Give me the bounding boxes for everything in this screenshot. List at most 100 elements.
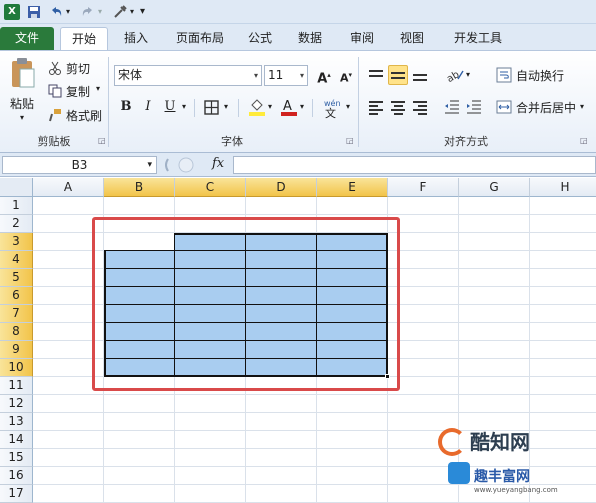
increase-indent-icon[interactable] (466, 99, 482, 115)
row-header-16[interactable]: 16 (0, 467, 33, 485)
svg-text:文: 文 (325, 106, 336, 119)
column-header-d[interactable]: D (246, 178, 317, 197)
tools-icon[interactable] (112, 4, 128, 20)
merge-center-button[interactable]: 合并后居中 (516, 99, 576, 116)
name-box-dropdown-icon[interactable]: ▾ (147, 157, 152, 173)
tab-review[interactable]: 审阅 (342, 27, 382, 50)
row-header-3[interactable]: 3 (0, 233, 33, 251)
redo-icon[interactable] (80, 4, 96, 20)
column-header-h[interactable]: H (530, 178, 596, 197)
insert-function-button[interactable]: fx (212, 156, 224, 171)
column-header-c[interactable]: C (175, 178, 246, 197)
row-header-5[interactable]: 5 (0, 269, 33, 287)
row-header-7[interactable]: 7 (0, 305, 33, 323)
customize-qat-icon[interactable]: ▾ (140, 4, 156, 20)
font-group-label: 字体 (221, 135, 243, 148)
column-header-e[interactable]: E (317, 178, 388, 197)
format-painter-button[interactable]: 格式刷 (66, 107, 102, 124)
watermark-brand: 酷知网 (470, 430, 530, 454)
align-left-button[interactable] (366, 97, 386, 117)
column-header-f[interactable]: F (388, 178, 459, 197)
decrease-font-icon[interactable]: A▾ (336, 65, 356, 85)
font-size-select[interactable]: 11 ▾ (264, 65, 308, 86)
bold-button[interactable]: B (116, 97, 136, 117)
excel-logo-icon: X (4, 4, 20, 20)
row-header-9[interactable]: 9 (0, 341, 33, 359)
merge-dropdown-icon[interactable]: ▾ (580, 102, 584, 111)
copy-button[interactable]: 复制 (66, 83, 90, 100)
column-header-b[interactable]: B (104, 178, 175, 197)
font-color-dropdown-icon[interactable]: ▾ (300, 102, 304, 111)
quick-access-toolbar: X ▾ ▾ ▾ ▾ (0, 0, 596, 24)
underline-button[interactable]: U (160, 97, 180, 117)
name-box[interactable]: B3 ▾ (2, 156, 157, 174)
copy-dropdown-icon[interactable]: ▾ (96, 84, 100, 93)
font-color-icon[interactable]: A (280, 97, 298, 117)
font-size-dropdown-icon: ▾ (299, 71, 304, 80)
row-header-1[interactable]: 1 (0, 197, 33, 215)
tab-developer[interactable]: 开发工具 (446, 27, 510, 50)
align-bottom-button[interactable] (410, 65, 430, 85)
cut-icon (49, 61, 61, 75)
phonetic-dropdown-icon[interactable]: ▾ (346, 102, 350, 111)
column-header-g[interactable]: G (459, 178, 530, 197)
decrease-indent-icon[interactable] (444, 99, 460, 115)
save-icon[interactable] (26, 4, 42, 20)
formula-input[interactable] (233, 156, 596, 174)
clipboard-launcher-icon[interactable]: ◲ (98, 136, 106, 145)
font-launcher-icon[interactable]: ◲ (346, 136, 354, 145)
row-header-17[interactable]: 17 (0, 485, 33, 503)
align-right-button[interactable] (410, 97, 430, 117)
orientation-icon[interactable]: ab (446, 67, 464, 83)
row-header-6[interactable]: 6 (0, 287, 33, 305)
font-name-select[interactable]: 宋体 ▾ (114, 65, 262, 86)
row-header-14[interactable]: 14 (0, 431, 33, 449)
wrap-text-icon (496, 67, 512, 83)
fill-color-icon[interactable] (248, 97, 266, 117)
gridline-v (529, 197, 530, 503)
highlight-box (92, 217, 400, 391)
alignment-launcher-icon[interactable]: ◲ (580, 136, 588, 145)
tab-formulas[interactable]: 公式 (240, 27, 280, 50)
tab-page-layout[interactable]: 页面布局 (166, 27, 234, 50)
row-header-4[interactable]: 4 (0, 251, 33, 269)
ribbon-tabs: 文件 开始 插入 页面布局 公式 数据 审阅 视图 开发工具 (0, 24, 596, 50)
paste-button[interactable]: 粘贴 (10, 95, 34, 112)
borders-icon[interactable] (204, 100, 219, 115)
formula-bar: B3 ▾ fx (0, 153, 596, 177)
row-header-10[interactable]: 10 (0, 359, 33, 377)
tab-home[interactable]: 开始 (60, 27, 108, 50)
cut-button[interactable]: 剪切 (66, 60, 90, 77)
row-header-15[interactable]: 15 (0, 449, 33, 467)
row-header-13[interactable]: 13 (0, 413, 33, 431)
tab-insert[interactable]: 插入 (114, 27, 158, 50)
tab-file[interactable]: 文件 (0, 27, 54, 50)
paste-icon[interactable] (10, 57, 36, 91)
borders-dropdown-icon[interactable]: ▾ (224, 102, 228, 111)
row-header-11[interactable]: 11 (0, 377, 33, 395)
undo-icon[interactable] (48, 4, 64, 20)
paste-dropdown-icon[interactable]: ▾ (20, 113, 24, 122)
gridline-h (33, 214, 596, 215)
italic-button[interactable]: I (138, 97, 158, 117)
fill-color-dropdown-icon[interactable]: ▾ (268, 102, 272, 111)
align-top-button[interactable] (366, 65, 386, 85)
spreadsheet-grid[interactable]: A B C D E F G H 1 2 3 4 5 6 7 8 9 10 11 12 13 14 15 16 17 酷知网 趣丰富网… (0, 178, 596, 503)
select-all-corner[interactable] (0, 178, 33, 197)
column-header-a[interactable]: A (33, 178, 104, 197)
tab-view[interactable]: 视图 (392, 27, 432, 50)
row-header-2[interactable]: 2 (0, 215, 33, 233)
formula-bar-grip-icon (165, 157, 194, 173)
orientation-dropdown-icon[interactable]: ▾ (466, 70, 470, 79)
tab-data[interactable]: 数据 (290, 27, 330, 50)
align-center-button[interactable] (388, 97, 408, 117)
underline-dropdown-icon[interactable]: ▾ (182, 102, 186, 111)
phonetic-icon[interactable]: wén文 (322, 97, 344, 119)
wrap-text-button[interactable]: 自动换行 (516, 67, 564, 84)
align-middle-button[interactable] (388, 65, 408, 85)
row-header-8[interactable]: 8 (0, 323, 33, 341)
ribbon: 粘贴 ▾ 剪切 复制 ▾ 格式刷 剪贴板 ◲ 宋体 ▾ 11 ▾ A▴ A▾ B I… (0, 50, 596, 153)
watermark-wifi-icon (448, 462, 470, 484)
row-header-12[interactable]: 12 (0, 395, 33, 413)
increase-font-icon[interactable]: A▴ (314, 65, 334, 86)
